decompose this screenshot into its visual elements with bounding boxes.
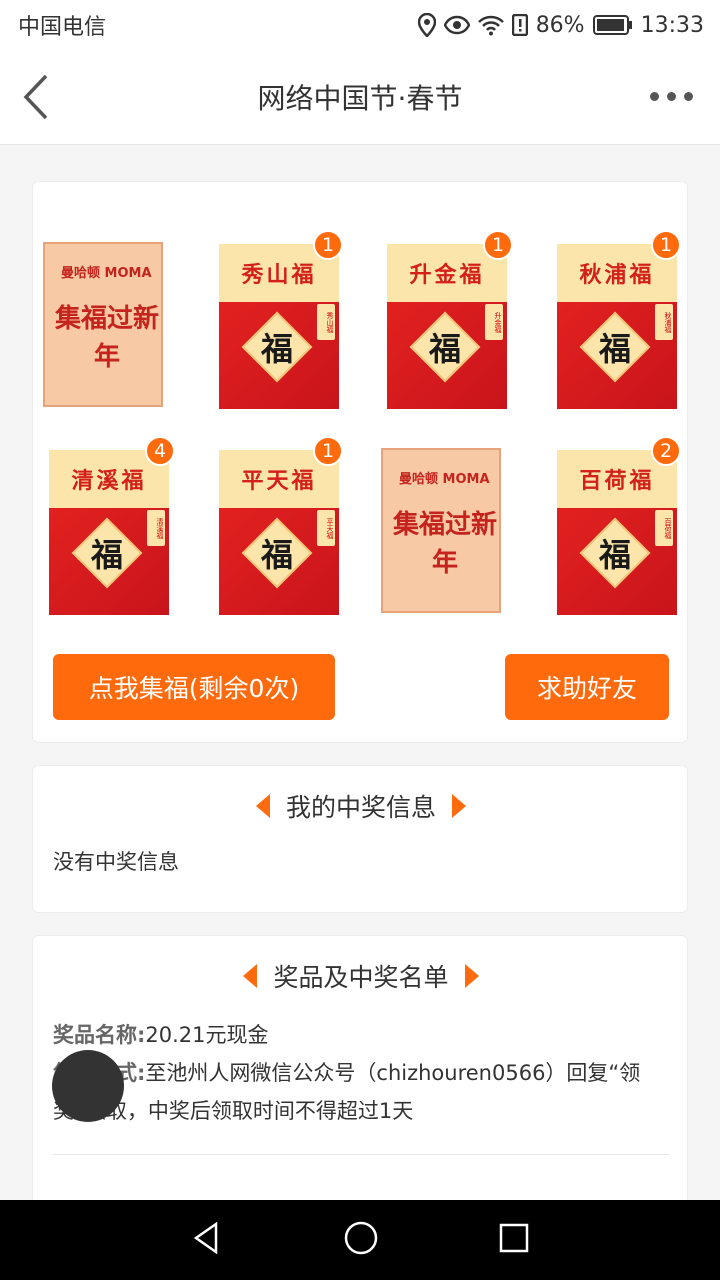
placeholder-text: 集福过新年: [54, 304, 159, 372]
fu-card-tag: 清溪福: [147, 510, 165, 546]
more-menu-icon[interactable]: [650, 86, 700, 106]
fu-card-tag: 平天福: [317, 510, 335, 546]
back-icon[interactable]: [18, 72, 58, 122]
prize-name-label: 奖品名称:: [53, 1023, 146, 1047]
page-title: 网络中国节·春节: [257, 82, 463, 115]
main-content: 曼哈顿 MOMA 集福过新年 秀山福 福 秀山福 1 升金福 福 升金福 1 秋…: [0, 145, 720, 1200]
fu-card-tag: 升金福: [485, 304, 503, 340]
fu-card-tag: 秀山福: [317, 304, 335, 340]
count-badge: 1: [313, 436, 343, 466]
location-icon: [417, 13, 436, 37]
collect-fu-button[interactable]: 点我集福(剩余0次): [53, 654, 335, 720]
system-nav-bar: [0, 1200, 720, 1280]
count-badge: 4: [145, 436, 175, 466]
prize-name-value: 20.21元现金: [145, 1023, 269, 1047]
fu-card-shengjin[interactable]: 升金福 福 升金福: [387, 244, 507, 409]
triangle-left-icon: [255, 794, 270, 818]
my-prize-card: 我的中奖信息 没有中奖信息: [32, 765, 688, 913]
prize-list-title: 奖品及中奖名单: [273, 963, 449, 992]
recents-nav-icon[interactable]: [498, 1222, 530, 1258]
fu-card-tag: 秋浦福: [655, 304, 673, 340]
triangle-right-icon: [464, 964, 479, 988]
fu-card-qiupu[interactable]: 秋浦福 福 秋浦福: [557, 244, 677, 409]
prize-list-heading: 奖品及中奖名单: [33, 958, 689, 994]
triangle-left-icon: [243, 964, 258, 988]
no-prize-text: 没有中奖信息: [53, 850, 179, 874]
sim-alert-icon: [511, 14, 528, 36]
fu-card-grid: 曼哈顿 MOMA 集福过新年 秀山福 福 秀山福 1 升金福 福 升金福 1 秋…: [33, 182, 689, 642]
brand-logo: 曼哈顿 MOMA: [61, 266, 152, 281]
count-badge: 1: [483, 230, 513, 260]
prize-name-row: 奖品名称:20.21元现金: [53, 1016, 673, 1054]
fu-card-xiushan[interactable]: 秀山福 福 秀山福: [219, 244, 339, 409]
battery-icon: [592, 15, 632, 35]
divider: [53, 1154, 669, 1155]
wifi-icon: [477, 15, 504, 36]
prize-list-card: 奖品及中奖名单 奖品名称:20.21元现金 领取方式:至池州人网微信公众号（ch…: [32, 935, 688, 1200]
home-nav-icon[interactable]: [343, 1220, 379, 1260]
claim-method-row: 领取方式:至池州人网微信公众号（chizhouren0566）回复“领奖”领取，…: [53, 1054, 673, 1130]
fu-card-pingtian[interactable]: 平天福 福 平天福: [219, 450, 339, 615]
back-nav-icon[interactable]: [190, 1221, 224, 1259]
fu-card-placeholder-2[interactable]: 曼哈顿 MOMA 集福过新年: [381, 448, 501, 613]
placeholder-text: 集福过新年: [392, 510, 497, 578]
fu-card-qingxi[interactable]: 清溪福 福 清溪福: [49, 450, 169, 615]
fu-collection-card: 曼哈顿 MOMA 集福过新年 秀山福 福 秀山福 1 升金福 福 升金福 1 秋…: [32, 181, 688, 743]
avatar: [52, 1050, 124, 1122]
ask-friends-button[interactable]: 求助好友: [505, 654, 669, 720]
triangle-right-icon: [452, 794, 466, 818]
top-nav-bar: 网络中国节·春节: [0, 50, 720, 145]
fu-card-baihe[interactable]: 百荷福 福 百荷福: [557, 450, 677, 615]
count-badge: 1: [651, 230, 681, 260]
count-badge: 2: [651, 436, 681, 466]
fu-card-tag: 百荷福: [655, 510, 673, 546]
status-bar: 中国电信 86% 13:33: [0, 0, 720, 50]
battery-percent: 86%: [535, 12, 585, 38]
count-badge: 1: [313, 230, 343, 260]
clock: 13:33: [640, 12, 704, 38]
carrier: 中国电信: [18, 15, 107, 40]
eye-icon: [443, 15, 470, 35]
my-prize-title: 我的中奖信息: [285, 793, 436, 822]
status-icons: 86% 13:33: [417, 12, 704, 38]
brand-logo: 曼哈顿 MOMA: [399, 472, 490, 487]
my-prize-heading: 我的中奖信息: [33, 788, 689, 824]
fu-card-placeholder-1[interactable]: 曼哈顿 MOMA 集福过新年: [43, 242, 163, 407]
